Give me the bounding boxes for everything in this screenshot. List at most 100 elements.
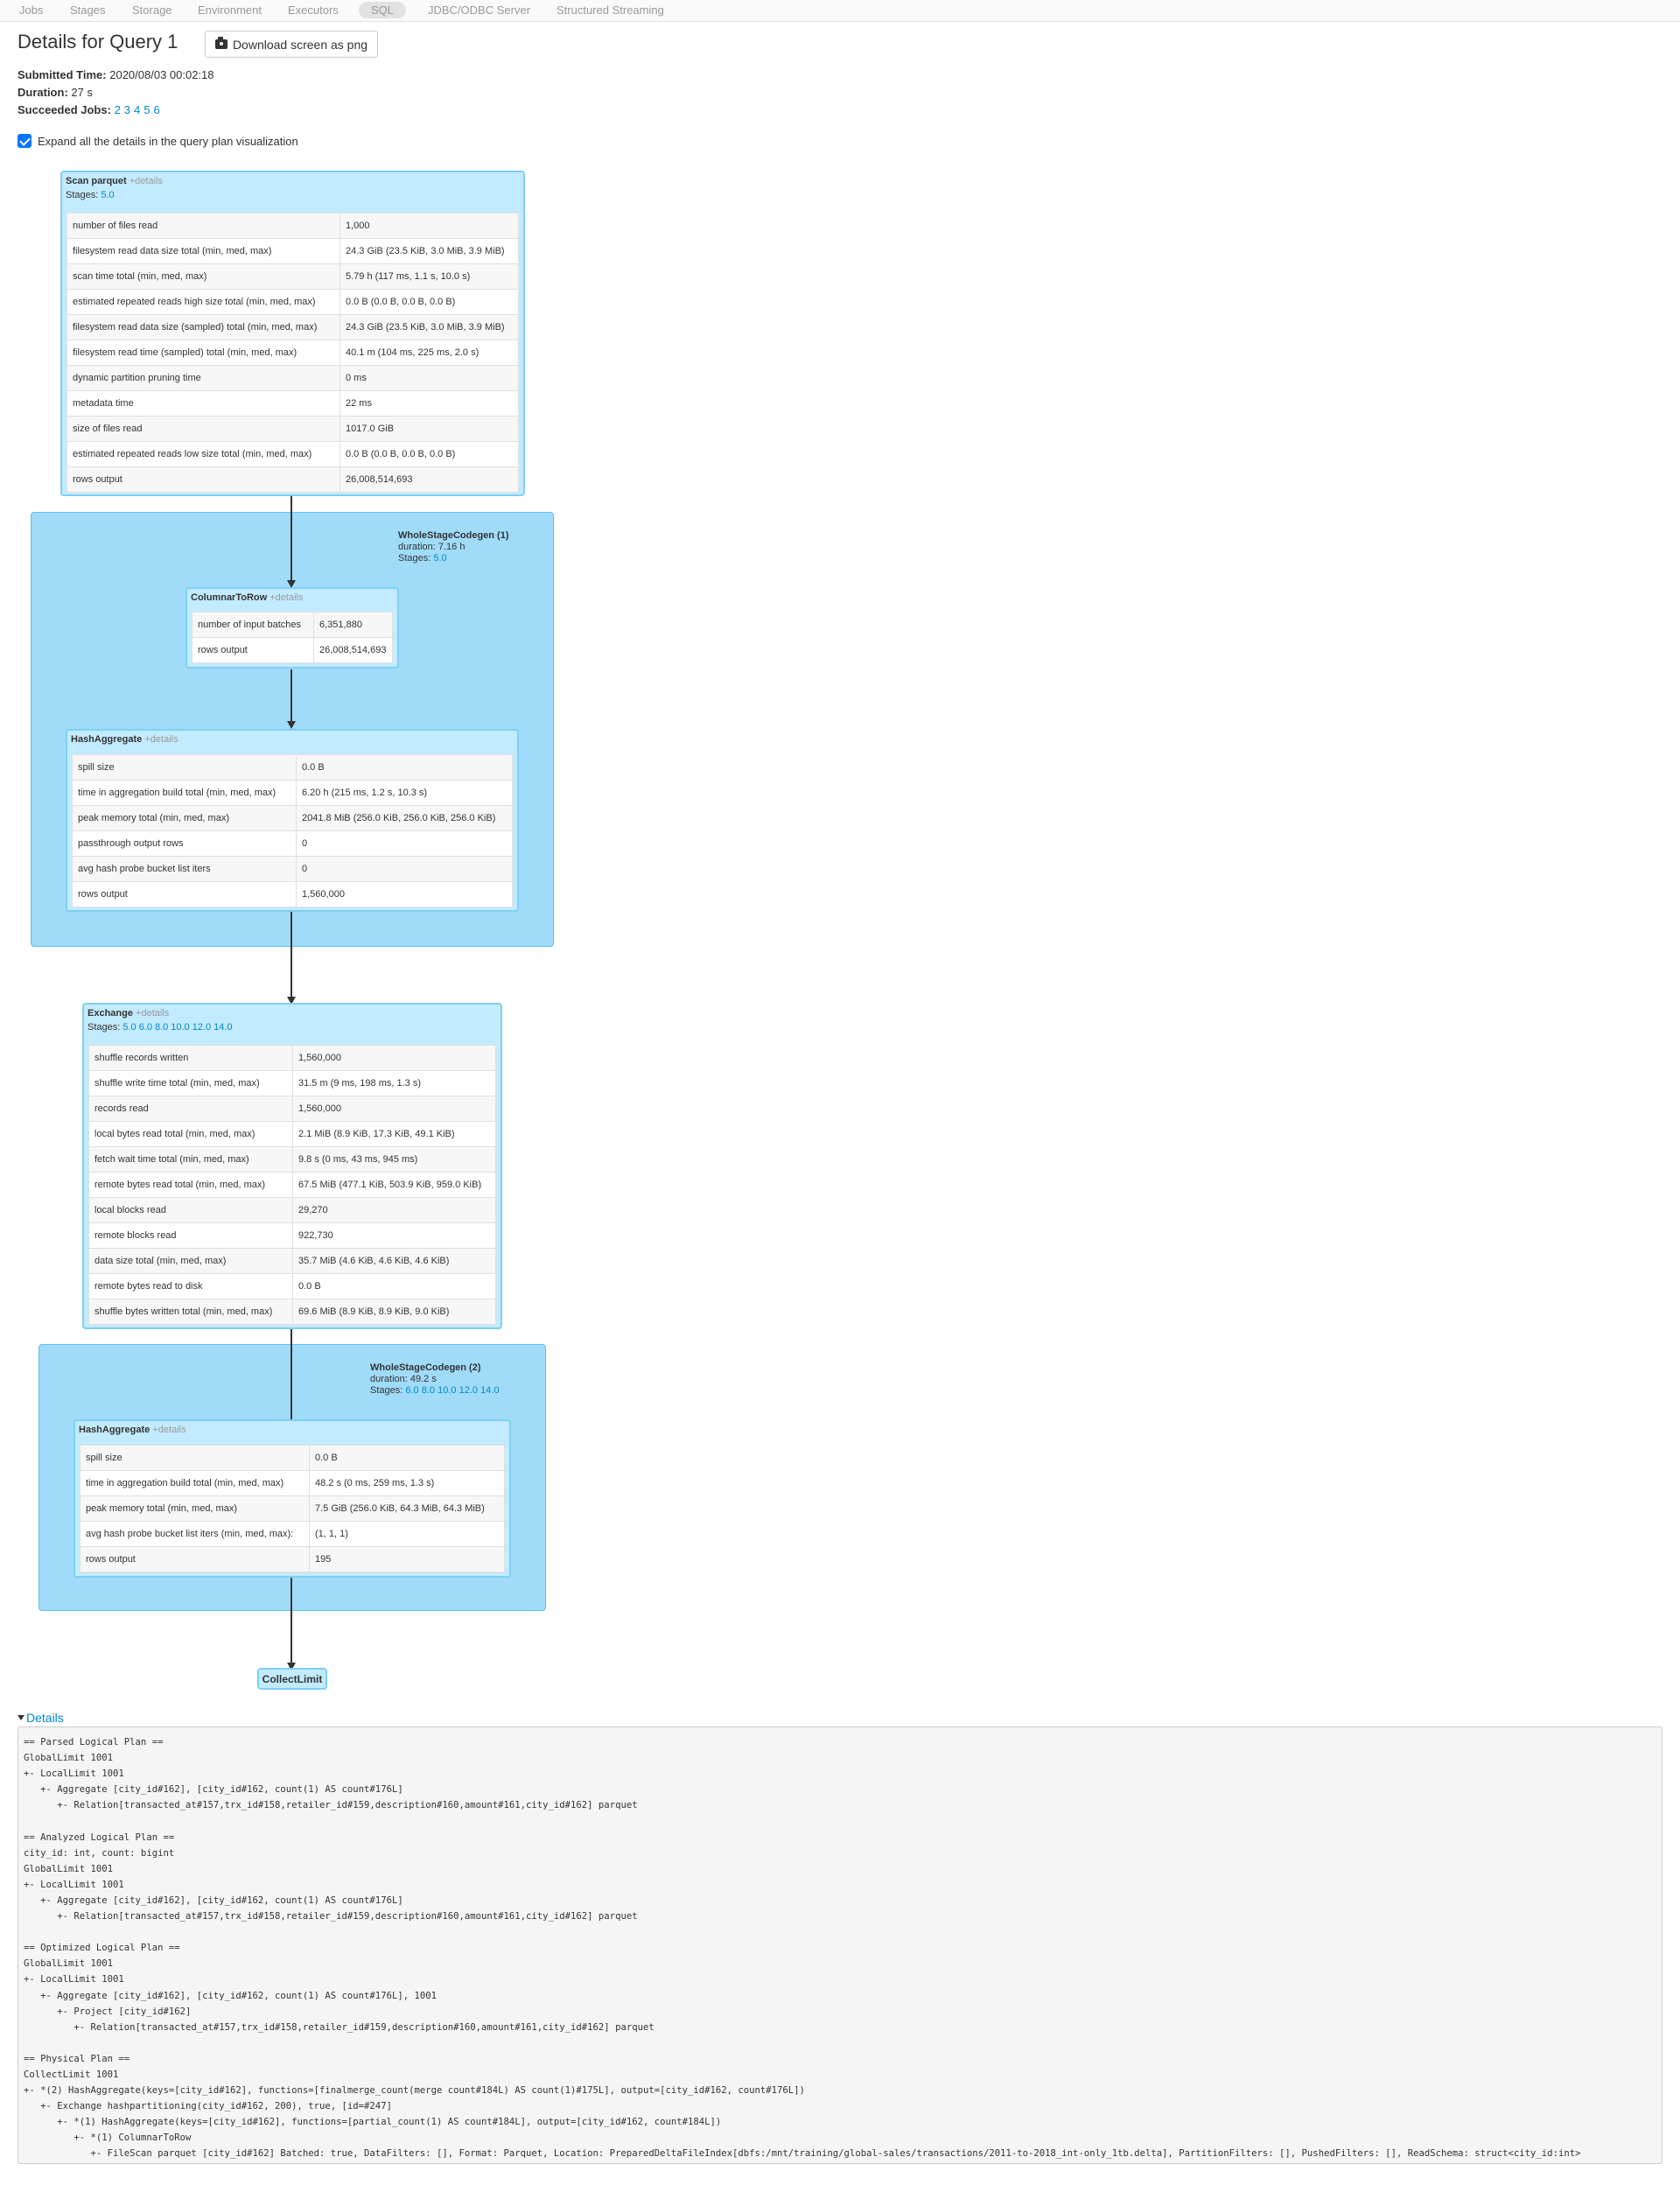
stage-link[interactable]: 5.0 <box>101 190 114 200</box>
metric-value: 0.0 B (0.0 B, 0.0 B, 0.0 B) <box>340 289 519 315</box>
metric-name: data size total (min, med, max) <box>88 1248 293 1274</box>
metric-value: 31.5 m (9 ms, 198 ms, 1.3 s) <box>292 1070 496 1096</box>
metric-value: 0 <box>296 856 513 882</box>
stage-link[interactable]: 14.0 <box>214 1022 232 1033</box>
stage-link[interactable]: 12.0 <box>459 1385 478 1396</box>
metric-value: 1,000 <box>340 213 519 239</box>
metrics-table: spill size 0.0 Btime in aggregation build… <box>72 754 513 907</box>
metric-name: filesystem read data size total (min, me… <box>66 238 340 264</box>
metric-name: spill size <box>72 754 297 781</box>
metric-value: 48.2 s (0 ms, 259 ms, 1.3 s) <box>309 1470 505 1496</box>
metric-row: avg hash probe bucket list iters (min, m… <box>80 1521 505 1547</box>
metric-row: size of files read 1017.0 GiB <box>66 416 519 442</box>
metrics-table: shuffle records written 1,560,000 shuffle … <box>88 1045 496 1325</box>
stage-link[interactable]: 6.0 <box>405 1385 418 1396</box>
metrics-table: number of files read 1,000 filesystem read… <box>66 213 519 493</box>
stage-link[interactable]: 6.0 <box>139 1022 152 1033</box>
details-link[interactable]: +details <box>152 1425 186 1435</box>
nav-tab-jdbc-odbc[interactable]: JDBC/ODBC Server <box>428 4 530 17</box>
download-png-button[interactable]: Download screen as png <box>205 31 378 58</box>
cluster-title: WholeStageCodegen (1) <box>398 530 509 541</box>
stage-link[interactable]: 10.0 <box>171 1022 189 1033</box>
cluster-wholestagecodegen-2-label: WholeStageCodegen (2) duration: 49.2 s S… <box>370 1362 499 1397</box>
page-title: Details for Query 1 <box>18 31 178 53</box>
expand-details-checkbox[interactable] <box>18 134 32 148</box>
nav-tab-executors[interactable]: Executors <box>288 4 339 17</box>
metric-name: local blocks read <box>88 1197 293 1223</box>
metric-row: filesystem read data size total (min, me… <box>66 238 519 264</box>
stage-link[interactable]: 14.0 <box>480 1385 499 1396</box>
stages-label: Stages: <box>370 1385 403 1396</box>
metric-name: estimated repeated reads high size total… <box>66 289 340 315</box>
node-hash-aggregate-1[interactable]: HashAggregate +details spill size 0.0 Bti… <box>66 729 519 912</box>
job-link[interactable]: 4 <box>134 103 140 116</box>
details-toggle[interactable]: Details <box>18 1711 64 1725</box>
nav-tab-storage[interactable]: Storage <box>132 4 172 17</box>
metric-name: passthrough output rows <box>72 830 297 857</box>
nav-tab-environment[interactable]: Environment <box>198 4 262 17</box>
nav-tab-structured-streaming[interactable]: Structured Streaming <box>556 4 664 17</box>
nav-tab-jobs[interactable]: Jobs <box>19 4 43 17</box>
edge <box>290 669 292 722</box>
node-columnar-to-row[interactable]: ColumnarToRow +details number of input b… <box>186 587 399 669</box>
metric-row: spill size 0.0 B <box>72 754 513 781</box>
metric-name: fetch wait time total (min, med, max) <box>88 1146 293 1173</box>
node-exchange[interactable]: Exchange +details Stages: 5.0 6.0 8.0 10.0 1… <box>82 1003 502 1329</box>
metric-value: 0 ms <box>340 365 519 391</box>
stage-link[interactable]: 10.0 <box>438 1385 456 1396</box>
stage-link[interactable]: 5.0 <box>122 1022 136 1033</box>
duration-label: Duration: <box>18 86 68 99</box>
metric-row: number of files read 1,000 <box>66 213 519 239</box>
metric-value: 40.1 m (104 ms, 225 ms, 2.0 s) <box>340 340 519 366</box>
metric-row: remote bytes read to disk 0.0 B <box>88 1273 496 1299</box>
metric-row: number of input batches 6,351,880 <box>192 612 393 638</box>
node-scan-parquet[interactable]: Scan parquet +details Stages: 5.0 number… <box>60 171 525 496</box>
metric-row: filesystem read time (sampled) total (mi… <box>66 340 519 366</box>
stage-link[interactable]: 12.0 <box>192 1022 211 1033</box>
metrics-table: number of input batches 6,351,880 rows out… <box>192 612 393 663</box>
nav-tab-stages[interactable]: Stages <box>70 4 105 17</box>
plan-text-box: == Parsed Logical Plan == GlobalLimit 10… <box>18 1726 1662 2164</box>
submitted-time-label: Submitted Time: <box>18 68 107 81</box>
metric-name: local bytes read total (min, med, max) <box>88 1121 293 1147</box>
metric-value: 6.20 h (215 ms, 1.2 s, 10.3 s) <box>296 780 513 806</box>
stage-link[interactable]: 8.0 <box>422 1385 435 1396</box>
metric-value: 1,560,000 <box>292 1045 496 1071</box>
metric-value: 26,008,514,693 <box>340 466 519 493</box>
nav-tab-sql[interactable]: SQL <box>359 2 407 18</box>
details-link[interactable]: +details <box>130 176 163 186</box>
edge <box>290 911 292 998</box>
metric-name: avg hash probe bucket list iters (min, m… <box>80 1521 310 1547</box>
stages-label: Stages: <box>66 190 99 200</box>
details-link[interactable]: +details <box>144 734 178 745</box>
plan-text: == Parsed Logical Plan == GlobalLimit 10… <box>24 1737 1581 2160</box>
stages-label: Stages: <box>88 1022 121 1033</box>
metric-row: dynamic partition pruning time 0 ms <box>66 365 519 391</box>
metric-row: rows output 26,008,514,693 <box>192 637 393 663</box>
node-collect-limit[interactable]: CollectLimit <box>257 1668 327 1690</box>
submitted-time: Submitted Time: 2020/08/03 00:02:18 <box>18 68 214 81</box>
metric-value: 2.1 MiB (8.9 KiB, 17.3 KiB, 49.1 KiB) <box>292 1121 496 1147</box>
duration-label: duration: <box>370 1374 408 1384</box>
details-link[interactable]: +details <box>270 592 303 603</box>
metric-name: size of files read <box>66 416 340 442</box>
job-link[interactable]: 3 <box>124 103 130 116</box>
metric-name: rows output <box>80 1546 310 1572</box>
metric-row: scan time total (min, med, max) 5.79 h (1… <box>66 263 519 290</box>
metric-row: records read 1,560,000 <box>88 1096 496 1122</box>
job-link[interactable]: 6 <box>154 103 160 116</box>
stage-link[interactable]: 8.0 <box>155 1022 168 1033</box>
details-link[interactable]: +details <box>136 1008 169 1019</box>
metric-value: 0.0 B <box>292 1273 496 1299</box>
metric-name: peak memory total (min, med, max) <box>72 805 297 831</box>
job-link[interactable]: 2 <box>115 103 121 116</box>
metric-name: remote bytes read total (min, med, max) <box>88 1172 293 1198</box>
metric-value: 2041.8 MiB (256.0 KiB, 256.0 KiB, 256.0 … <box>296 805 513 831</box>
metric-name: peak memory total (min, med, max) <box>80 1495 310 1522</box>
metric-row: fetch wait time total (min, med, max) 9.8… <box>88 1146 496 1173</box>
metric-value: (1, 1, 1) <box>309 1521 505 1547</box>
node-hash-aggregate-2[interactable]: HashAggregate +details spill size 0.0 Bti… <box>74 1419 511 1578</box>
stage-link[interactable]: 5.0 <box>433 553 446 564</box>
succeeded-jobs-label: Succeeded Jobs: <box>18 103 111 116</box>
job-link[interactable]: 5 <box>144 103 150 116</box>
